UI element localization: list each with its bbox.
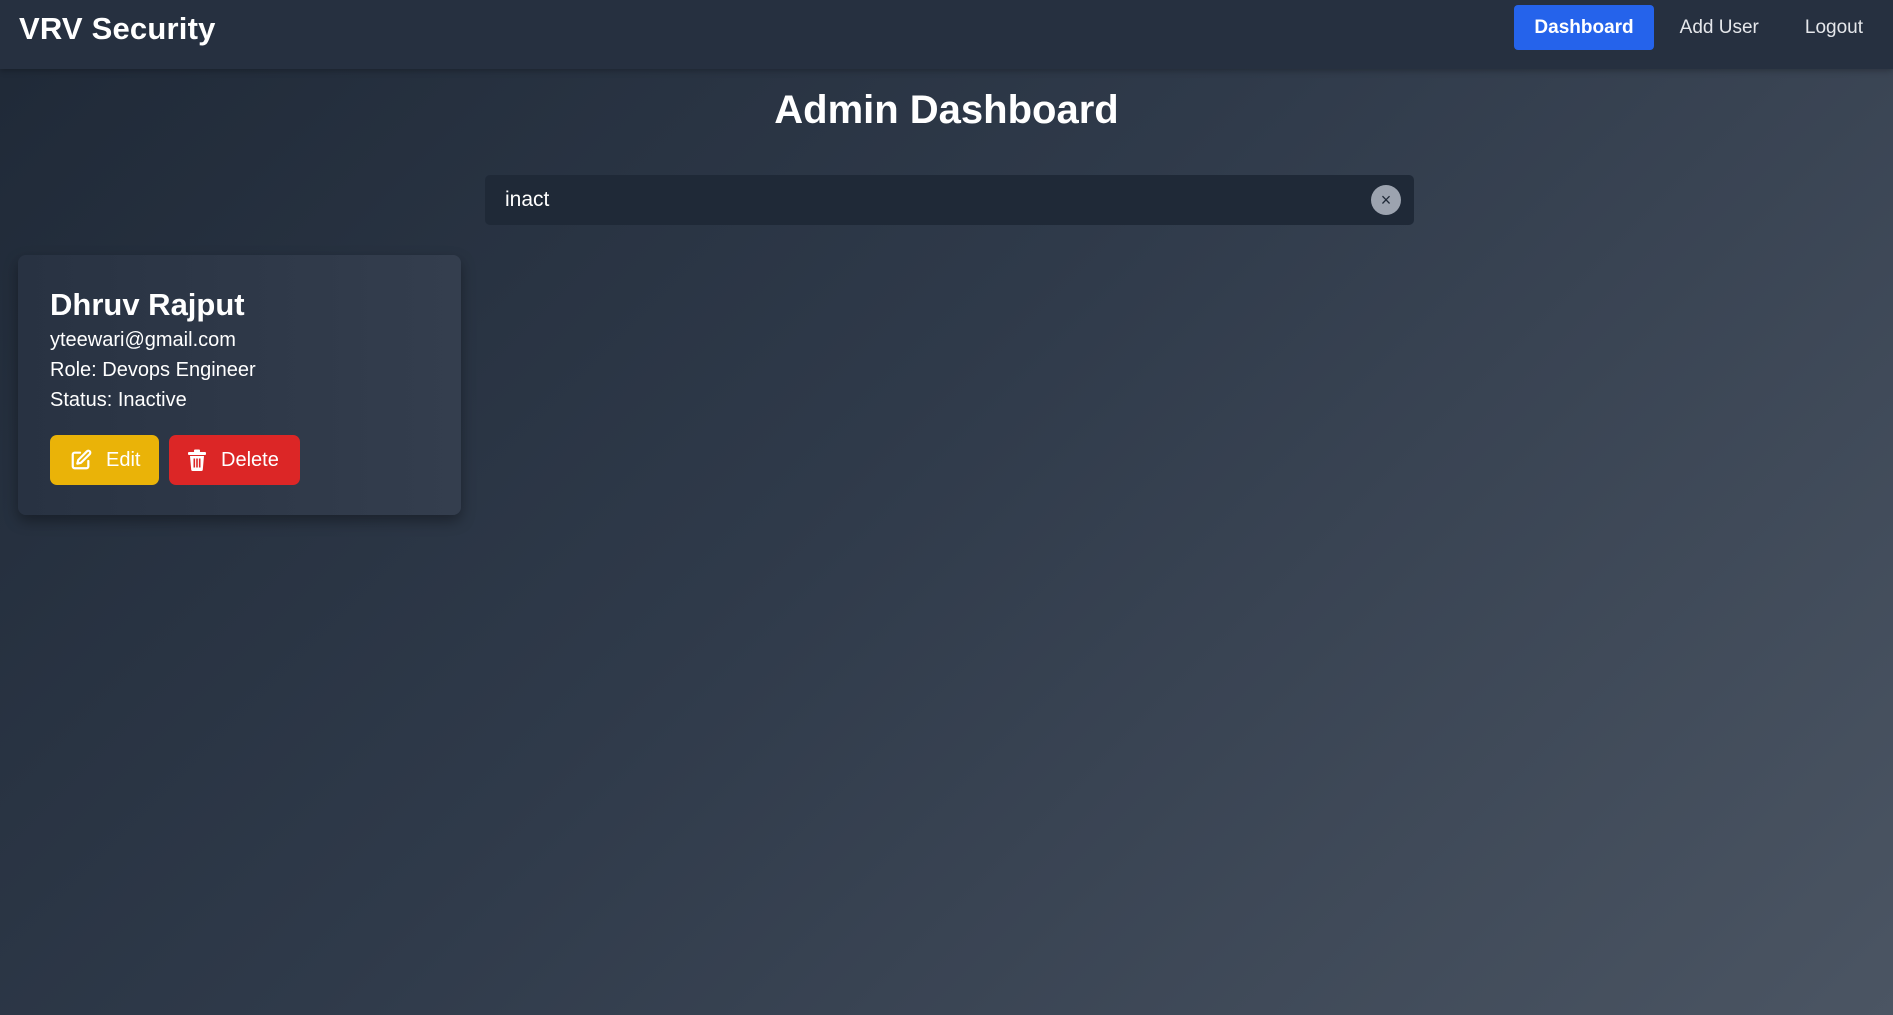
search-input[interactable] (485, 175, 1345, 225)
user-role: Role: Devops Engineer (50, 359, 256, 381)
nav-logout-link[interactable]: Logout (1785, 5, 1883, 50)
trash-icon (188, 449, 206, 471)
nav-dashboard-link[interactable]: Dashboard (1514, 5, 1654, 50)
nav-links: Dashboard Add User Logout (1508, 5, 1883, 50)
user-status: Status: Inactive (50, 389, 187, 411)
edit-icon (71, 449, 92, 470)
close-icon[interactable]: × (1371, 185, 1401, 215)
delete-button-label: Delete (221, 448, 279, 471)
user-name: Dhruv Rajput (50, 287, 245, 322)
page-title: Admin Dashboard (774, 88, 1119, 132)
delete-user-button[interactable]: Delete (169, 435, 300, 485)
brand-logo-text[interactable]: VRV Security (19, 11, 216, 47)
top-navbar: VRV Security Dashboard Add User Logout (0, 0, 1893, 69)
edit-button-label: Edit (106, 448, 141, 471)
nav-add-user-link[interactable]: Add User (1660, 5, 1779, 50)
user-card: Dhruv Rajput yteewari@gmail.com Role: De… (18, 255, 461, 515)
search-box: × (485, 175, 1414, 225)
user-email: yteewari@gmail.com (50, 329, 236, 351)
edit-user-button[interactable]: Edit (50, 435, 159, 485)
